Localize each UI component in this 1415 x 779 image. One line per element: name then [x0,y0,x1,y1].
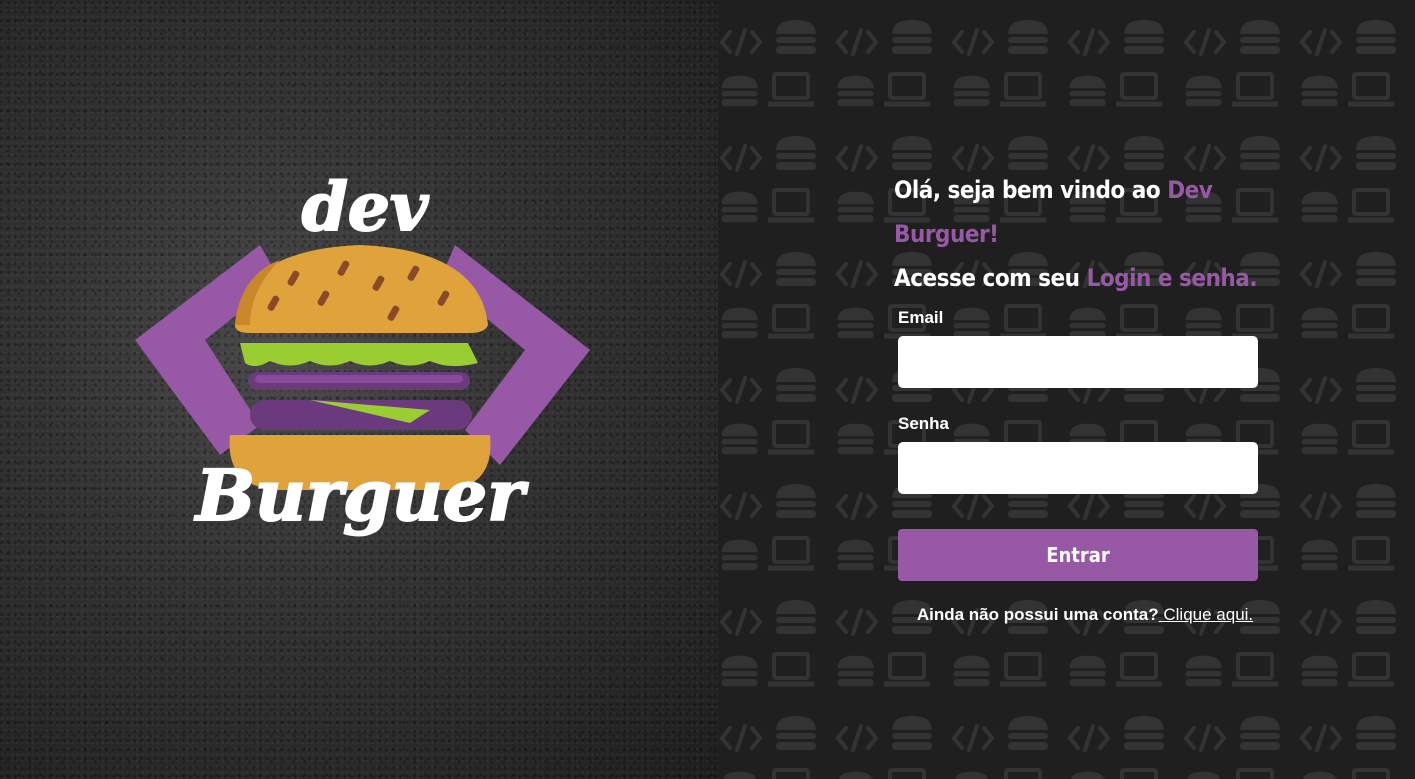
email-field[interactable] [898,336,1258,388]
welcome-heading: Olá, seja bem vindo ao Dev Burguer! Aces… [894,168,1294,300]
email-label: Email [898,308,944,327]
welcome-line2-prefix: Acesse com seu [894,264,1087,292]
login-page: dev Burguer Olá, seja bem vindo ao Dev B… [0,0,1415,779]
welcome-line1-prefix: Olá, seja bem vindo ao [894,176,1168,204]
brand-panel: dev Burguer [0,0,718,779]
password-field[interactable] [898,442,1258,494]
password-label: Senha [898,414,950,433]
svg-text:Burguer: Burguer [194,454,529,537]
dev-burguer-logo: dev Burguer [110,165,610,565]
login-button[interactable]: Entrar [898,529,1258,581]
burger-logo-icon: dev Burguer [135,167,590,538]
signup-prompt: Ainda não possui uma conta? Clique aqui. [885,605,1285,625]
signup-link[interactable]: Clique aqui. [1159,605,1253,624]
welcome-credentials-highlight: Login e senha. [1086,264,1258,292]
svg-text:dev: dev [302,168,429,246]
signup-question: Ainda não possui uma conta? [916,605,1159,624]
login-form: Olá, seja bem vindo ao Dev Burguer! Aces… [894,168,1294,625]
login-panel: Olá, seja bem vindo ao Dev Burguer! Aces… [718,0,1415,779]
